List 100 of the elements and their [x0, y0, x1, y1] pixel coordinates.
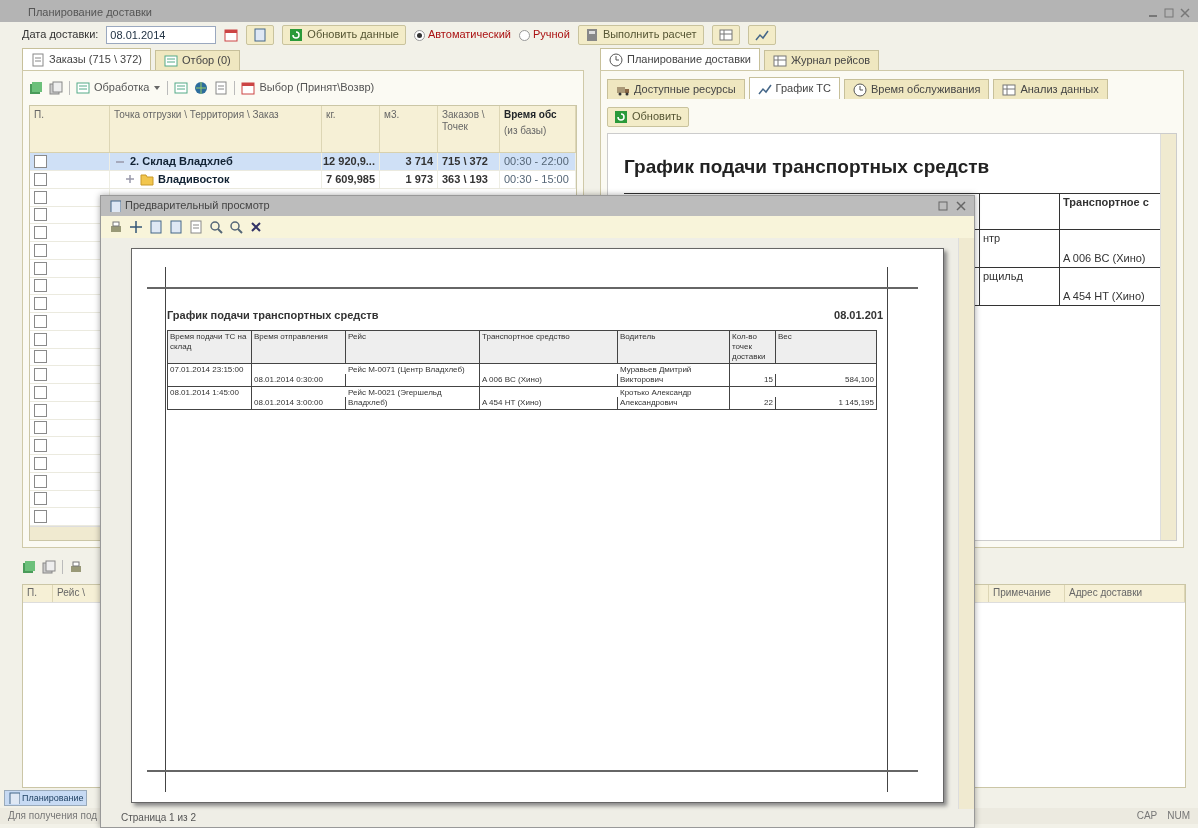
page-icon[interactable]: [149, 220, 163, 234]
checkbox[interactable]: [34, 279, 47, 293]
refresh-data-button[interactable]: Обновить данные: [282, 25, 406, 45]
tab[interactable]: Планирование доставки: [600, 48, 760, 70]
checkbox[interactable]: [34, 208, 47, 222]
copy-icon[interactable]: [42, 560, 56, 574]
globe-icon[interactable]: [194, 81, 209, 95]
checkbox[interactable]: [34, 456, 47, 470]
copy-icon[interactable]: [49, 81, 63, 95]
table-icon: [718, 28, 733, 42]
column-title: Время обс: [504, 109, 558, 121]
checkbox[interactable]: [34, 190, 47, 204]
add-icon[interactable]: [29, 81, 43, 95]
printer-icon[interactable]: [109, 220, 123, 234]
list-icon: [164, 53, 179, 68]
date-label: Дата доставки:: [22, 28, 99, 42]
scrollbar[interactable]: [958, 238, 974, 809]
clock-icon: [852, 82, 867, 97]
table-cell: нтр: [980, 229, 1060, 267]
refresh-icon: [289, 28, 304, 42]
taskbar-button[interactable]: Планирование: [4, 790, 88, 806]
column-header[interactable]: П.: [23, 585, 53, 602]
tab[interactable]: Заказы (715 \ 372): [22, 48, 152, 70]
checkbox[interactable]: [34, 368, 47, 382]
window-icon: [8, 792, 20, 804]
scrollbar[interactable]: [1160, 134, 1176, 540]
caret-icon: [153, 84, 162, 92]
page-icon[interactable]: [169, 220, 183, 234]
window-title: Планирование доставки: [28, 5, 152, 20]
checkbox[interactable]: [34, 226, 47, 240]
update-button[interactable]: Обновить: [607, 107, 689, 127]
document-icon[interactable]: [214, 81, 229, 95]
status-indicator: CAP: [1136, 810, 1158, 822]
checkbox[interactable]: [34, 172, 47, 186]
table-row[interactable]: 2. Склад Владхлеб 12 920,9... 3 714 715 \ 372 00:30 - 22:00: [30, 153, 576, 172]
page-icon[interactable]: [189, 220, 203, 234]
radio-button[interactable]: [518, 29, 530, 41]
column-header[interactable]: Адрес доставки: [1065, 585, 1185, 602]
checkbox[interactable]: [34, 332, 47, 346]
radio-label[interactable]: Ручной: [532, 28, 570, 42]
tab[interactable]: Анализ данных: [993, 79, 1108, 99]
checkbox[interactable]: [34, 155, 47, 169]
column-header[interactable]: м3.: [380, 106, 438, 153]
calendar-button[interactable]: [246, 25, 275, 45]
checkbox[interactable]: [34, 403, 47, 417]
move-icon[interactable]: [129, 220, 143, 234]
column-header[interactable]: П.: [30, 106, 110, 153]
checkbox[interactable]: [34, 350, 47, 364]
checkbox[interactable]: [34, 297, 47, 311]
calculate-button[interactable]: Выполнить расчет: [577, 25, 704, 45]
checkbox[interactable]: [34, 243, 47, 257]
checkbox[interactable]: [34, 492, 47, 506]
table-cell: 7 609,985: [322, 171, 380, 188]
add-icon[interactable]: [22, 560, 36, 574]
table-cell: 15: [730, 374, 776, 387]
table-icon: [773, 53, 787, 68]
calendar-icon: [241, 81, 256, 95]
table-row[interactable]: Владивосток 7 609,985 1 973 363 \ 193 00:30 - 15:00: [30, 171, 576, 189]
checkbox[interactable]: [34, 510, 47, 524]
calculator-icon: [584, 28, 599, 42]
table-header: Транспортное с: [1062, 194, 1150, 210]
column-header: Кол-во точек доставки: [730, 331, 776, 364]
expand-icon[interactable]: [124, 174, 136, 185]
tab[interactable]: График ТС: [748, 77, 840, 99]
choice-button[interactable]: Выбор (Принят\Возвр): [241, 81, 375, 95]
checkbox[interactable]: [34, 314, 47, 328]
table-cell: 08.01.2014 0:30:00: [252, 374, 346, 387]
column-header[interactable]: Примечание: [989, 585, 1065, 602]
status-text: Для получения под: [8, 810, 98, 822]
column-subtitle: (из базы): [504, 125, 548, 137]
zoom-in-icon[interactable]: [209, 220, 223, 234]
radio-button[interactable]: [413, 29, 425, 41]
processing-menu[interactable]: Обработка: [76, 81, 162, 95]
checkbox[interactable]: [34, 421, 47, 435]
maximize-icon[interactable]: [938, 201, 948, 211]
checkbox[interactable]: [34, 474, 47, 488]
status-text: Страница 1 из 2: [120, 811, 197, 825]
table-cell: 07.01.2014 23:15:00: [168, 364, 252, 387]
tab[interactable]: Доступные ресурсы: [607, 79, 745, 99]
checkbox[interactable]: [34, 261, 47, 275]
calendar-icon[interactable]: [224, 28, 239, 42]
radio-label[interactable]: Автоматический: [427, 28, 511, 42]
maximize-icon[interactable]: [1164, 7, 1174, 18]
table-cell: A 006 BC (Хино): [480, 374, 618, 387]
printer-icon[interactable]: [69, 560, 83, 574]
table-icon: [1002, 82, 1017, 97]
column-header[interactable]: кг.: [322, 106, 380, 153]
close-icon[interactable]: [249, 220, 263, 234]
checkbox[interactable]: [34, 439, 47, 453]
date-field[interactable]: 08.01.2014: [106, 26, 217, 44]
column-header[interactable]: Точка отгрузки \ Территория \ Заказ: [110, 106, 322, 153]
table-cell-text: 1 145,195: [837, 397, 875, 410]
tab[interactable]: Отбор (0): [155, 50, 240, 70]
checkbox[interactable]: [34, 385, 47, 399]
tab[interactable]: Журнал рейсов: [764, 50, 880, 70]
tab[interactable]: Время обслуживания: [843, 79, 990, 99]
report-button[interactable]: [747, 25, 776, 45]
folder-icon: [140, 172, 154, 187]
column-header[interactable]: Заказов \ Точек: [438, 106, 500, 153]
zoom-out-icon[interactable]: [229, 220, 243, 234]
